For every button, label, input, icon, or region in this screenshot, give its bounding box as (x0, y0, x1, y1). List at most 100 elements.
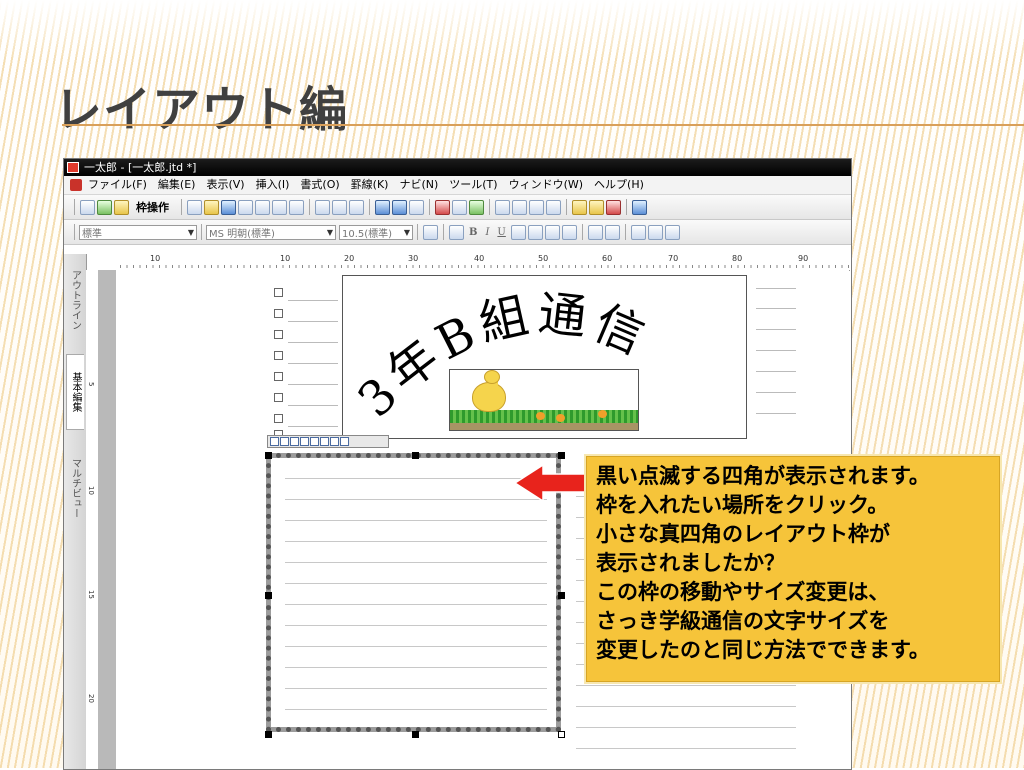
menu-format[interactable]: 書式(O) (300, 176, 339, 194)
tab-basic-edit[interactable]: 基本編集 (66, 354, 84, 430)
ruler-label: 30 (408, 254, 419, 263)
undo-icon[interactable] (375, 199, 390, 215)
font-grow-icon[interactable] (587, 224, 603, 240)
document-menu-icon[interactable] (70, 179, 82, 191)
frame-center-icon[interactable] (290, 437, 299, 446)
copy-icon[interactable] (332, 199, 347, 215)
frame-left-icon[interactable] (280, 437, 289, 446)
align-right-icon[interactable] (664, 224, 680, 240)
chevron-down-icon[interactable]: ▼ (188, 228, 194, 237)
frame-fit-icon[interactable] (310, 437, 319, 446)
open-folder-icon[interactable] (204, 199, 219, 215)
tab-icon[interactable] (435, 199, 450, 215)
help-icon[interactable] (572, 199, 587, 215)
paragraph-mark-icon (274, 309, 283, 318)
table-icon[interactable] (495, 199, 510, 215)
clear-format-icon[interactable] (449, 224, 464, 240)
tab-outline[interactable]: アウトライン (66, 260, 84, 340)
char-border-icon[interactable] (544, 224, 560, 240)
style-select-value: 標準 (82, 228, 102, 240)
frame-mini-toolbar (267, 435, 389, 448)
frame-operation-label[interactable]: 枠操作 (136, 199, 169, 215)
style-select[interactable]: 標準 ▼ (79, 224, 197, 240)
underline-button[interactable]: U (497, 227, 505, 238)
align-left-icon[interactable] (630, 224, 646, 240)
horizontal-ruler[interactable]: 10 10 20 30 40 50 60 70 80 90 (90, 254, 850, 271)
refresh-icon[interactable] (409, 199, 424, 215)
ruler-label: 10 (150, 254, 161, 263)
paste-icon[interactable] (349, 199, 364, 215)
menu-file[interactable]: ファイル(F) (88, 176, 147, 194)
frame-draw-icon[interactable] (97, 199, 112, 215)
ruler-label: 70 (668, 254, 679, 263)
italic-button[interactable]: I (485, 227, 489, 238)
char-shading-icon[interactable] (561, 224, 577, 240)
banner-frame[interactable]: 3年B組通信 (342, 275, 747, 439)
menu-navi[interactable]: ナビ(N) (399, 176, 438, 194)
resize-handle-top-left[interactable] (265, 452, 272, 459)
save-icon[interactable] (221, 199, 236, 215)
resize-handle-bottom-left[interactable] (265, 731, 272, 738)
font-size-select[interactable]: 10.5(標準) ▼ (339, 224, 413, 240)
page-setup-icon[interactable] (289, 199, 304, 215)
ruled-line-icon[interactable] (529, 199, 544, 215)
menu-ruled-lines[interactable]: 罫線(K) (351, 176, 389, 194)
slide-title: レイアウト編 (54, 82, 349, 138)
paragraph-style-icon[interactable] (423, 224, 438, 240)
frame-copy-icon[interactable] (340, 437, 349, 446)
image-icon[interactable] (469, 199, 484, 215)
tab-multi-view[interactable]: マルチビュー (66, 446, 84, 530)
chevron-down-icon[interactable]: ▼ (327, 228, 333, 237)
menu-edit[interactable]: 編集(E) (158, 176, 196, 194)
redo-icon[interactable] (392, 199, 407, 215)
frame-property-icon[interactable] (114, 199, 129, 215)
resize-handle-left[interactable] (265, 592, 272, 599)
resize-handle-top-right[interactable] (558, 452, 565, 459)
chevron-down-icon[interactable]: ▼ (404, 228, 410, 237)
text-line (576, 706, 796, 707)
cut-icon[interactable] (315, 199, 330, 215)
resize-handle-top[interactable] (412, 452, 419, 459)
text-line (756, 308, 796, 309)
toolbar-grip (74, 224, 75, 240)
resize-handle-right[interactable] (558, 592, 565, 599)
vruler-label: 15 (87, 590, 95, 599)
new-document-icon[interactable] (187, 199, 202, 215)
align-center-icon[interactable] (647, 224, 663, 240)
frame-text-wrap-icon[interactable] (320, 437, 329, 446)
chick-icon (598, 410, 607, 418)
menu-window[interactable]: ウィンドウ(W) (509, 176, 583, 194)
font-shrink-icon[interactable] (604, 224, 620, 240)
calc-table-icon[interactable] (512, 199, 527, 215)
text-line (288, 426, 338, 427)
menu-insert[interactable]: 挿入(I) (256, 176, 290, 194)
text-line (756, 371, 796, 372)
bold-button[interactable]: B (469, 227, 477, 238)
eraser-icon[interactable] (452, 199, 467, 215)
chick-icon (556, 414, 565, 422)
separator (429, 199, 430, 215)
spell-check-icon[interactable] (546, 199, 561, 215)
char-color-icon[interactable] (527, 224, 543, 240)
print-icon[interactable] (255, 199, 270, 215)
frame-text-icon[interactable] (80, 199, 95, 215)
font-select[interactable]: MS 明朝(標準) ▼ (206, 224, 336, 240)
frame-move-icon[interactable] (270, 437, 279, 446)
print-preview-icon[interactable] (272, 199, 287, 215)
font-select-value: MS 明朝(標準) (209, 228, 275, 240)
frame-layer-icon[interactable] (330, 437, 339, 446)
highlight-icon[interactable] (510, 224, 526, 240)
duck-illustration[interactable] (449, 369, 639, 431)
save-as-icon[interactable] (238, 199, 253, 215)
resize-handle-bottom-right[interactable] (558, 731, 565, 738)
menu-tools[interactable]: ツール(T) (449, 176, 497, 194)
info-icon[interactable] (606, 199, 621, 215)
context-help-icon[interactable] (589, 199, 604, 215)
menu-view[interactable]: 表示(V) (206, 176, 244, 194)
stop-icon[interactable] (632, 199, 647, 215)
format-toolbar: 標準 ▼ MS 明朝(標準) ▼ 10.5(標準) ▼ B I U (64, 220, 851, 245)
menu-help[interactable]: ヘルプ(H) (594, 176, 644, 194)
text-line (756, 329, 796, 330)
frame-right-icon[interactable] (300, 437, 309, 446)
resize-handle-bottom[interactable] (412, 731, 419, 738)
